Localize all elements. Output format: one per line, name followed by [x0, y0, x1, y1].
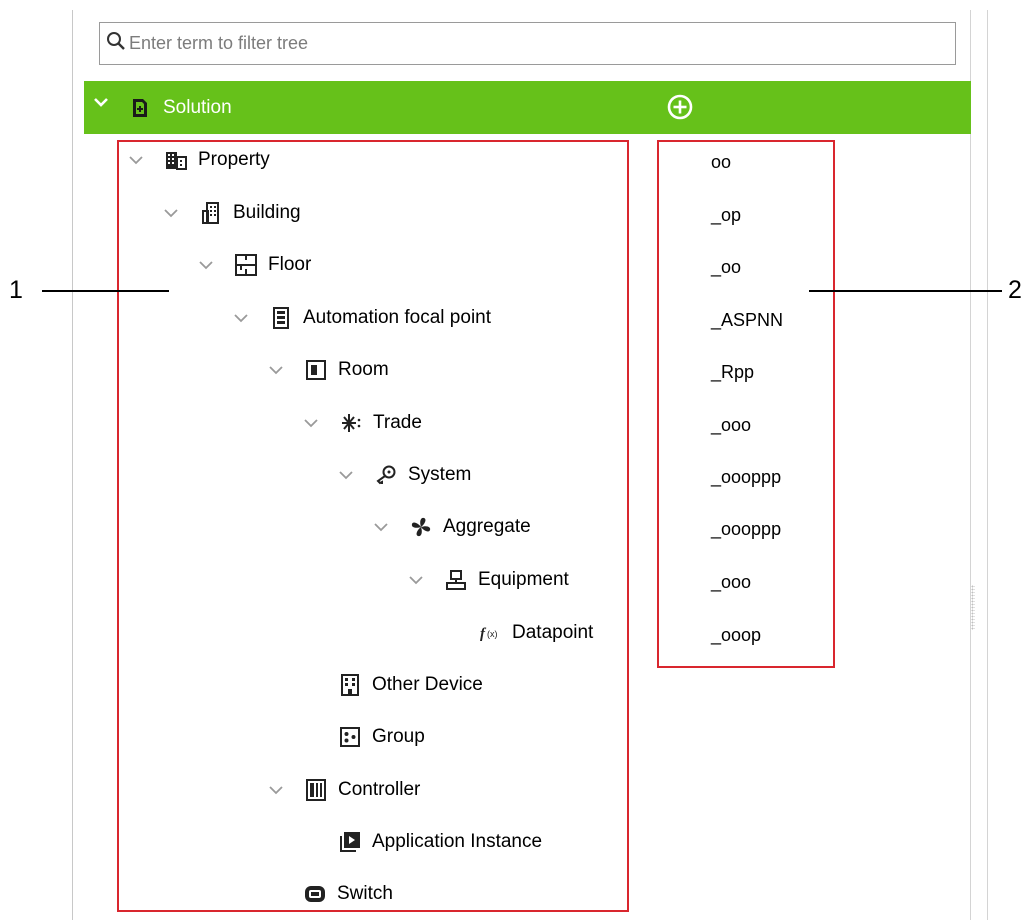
- highlight-box-codes: [657, 140, 835, 668]
- solution-icon: [131, 98, 149, 123]
- callout-number-1: 1: [9, 276, 23, 304]
- tree-root-label: Solution: [163, 97, 232, 118]
- add-circle-icon[interactable]: [667, 94, 693, 125]
- filter-tree-search: [99, 22, 956, 65]
- search-icon: [106, 31, 126, 56]
- panel-left-border: [72, 10, 73, 920]
- callout-line-2: [809, 290, 1002, 292]
- chevron-down-icon[interactable]: [93, 95, 109, 113]
- panel-outer-border: [987, 10, 988, 920]
- callout-number-2: 2: [1008, 276, 1022, 304]
- highlight-box-tree: [117, 140, 629, 912]
- filter-tree-input[interactable]: [129, 23, 955, 64]
- panel-right-border: [970, 10, 971, 920]
- resize-grip[interactable]: [971, 585, 975, 630]
- tree-root-solution[interactable]: Solution: [84, 81, 971, 134]
- callout-line-1: [42, 290, 169, 292]
